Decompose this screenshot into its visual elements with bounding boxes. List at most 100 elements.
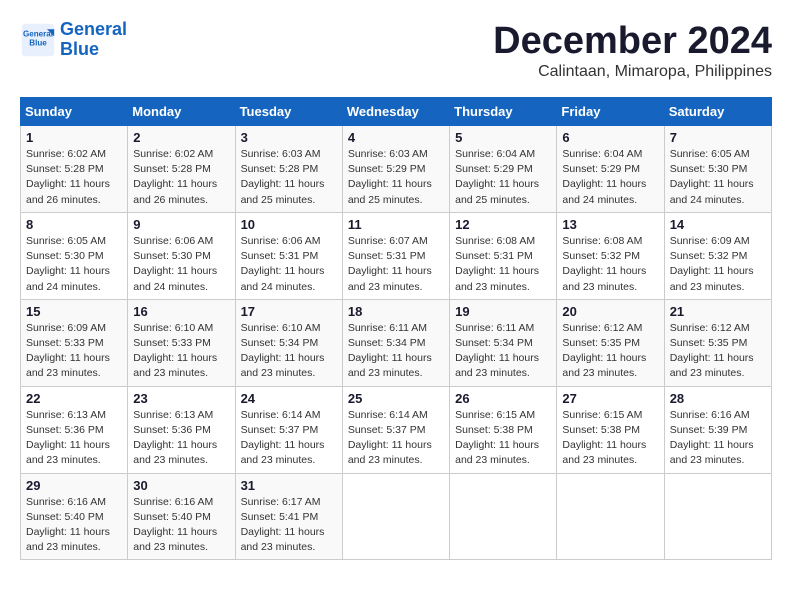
- day-info: Sunrise: 6:15 AMSunset: 5:38 PMDaylight:…: [562, 408, 658, 469]
- day-info: Sunrise: 6:08 AMSunset: 5:31 PMDaylight:…: [455, 234, 551, 295]
- day-info: Sunrise: 6:12 AMSunset: 5:35 PMDaylight:…: [562, 321, 658, 382]
- day-number: 17: [241, 304, 337, 319]
- day-number: 5: [455, 130, 551, 145]
- header-saturday: Saturday: [664, 98, 771, 126]
- day-number: 31: [241, 478, 337, 493]
- day-number: 23: [133, 391, 229, 406]
- header-thursday: Thursday: [450, 98, 557, 126]
- svg-text:Blue: Blue: [29, 38, 47, 47]
- day-number: 14: [670, 217, 766, 232]
- day-number: 9: [133, 217, 229, 232]
- calendar-cell: 1 Sunrise: 6:02 AMSunset: 5:28 PMDaylight…: [21, 126, 128, 213]
- location-title: Calintaan, Mimaropa, Philippines: [493, 63, 772, 81]
- day-info: Sunrise: 6:03 AMSunset: 5:29 PMDaylight:…: [348, 147, 444, 208]
- day-number: 25: [348, 391, 444, 406]
- calendar-cell: 13Sunrise: 6:08 AMSunset: 5:32 PMDayligh…: [557, 212, 664, 299]
- calendar-cell: 9Sunrise: 6:06 AMSunset: 5:30 PMDaylight…: [128, 212, 235, 299]
- logo-text: GeneralBlue: [60, 20, 127, 60]
- header-friday: Friday: [557, 98, 664, 126]
- week-row-5: 29 Sunrise: 6:16 AMSunset: 5:40 PMDayligh…: [21, 473, 772, 560]
- day-info: Sunrise: 6:13 AMSunset: 5:36 PMDaylight:…: [26, 408, 122, 469]
- day-number: 24: [241, 391, 337, 406]
- day-number: 15: [26, 304, 122, 319]
- day-number: 30: [133, 478, 229, 493]
- day-number: 3: [241, 130, 337, 145]
- header-tuesday: Tuesday: [235, 98, 342, 126]
- logo: General Blue GeneralBlue: [20, 20, 127, 60]
- day-number: 22: [26, 391, 122, 406]
- calendar-table: SundayMondayTuesdayWednesdayThursdayFrid…: [20, 97, 772, 560]
- calendar-cell: 6 Sunrise: 6:04 AMSunset: 5:29 PMDaylight…: [557, 126, 664, 213]
- calendar-cell: 10 Sunrise: 6:06 AMSunset: 5:31 PMDayligh…: [235, 212, 342, 299]
- calendar-cell: 29Sunrise: 6:16 AMSunset: 5:40 PMDayligh…: [21, 473, 128, 560]
- day-number: 10: [241, 217, 337, 232]
- calendar-cell: 5 Sunrise: 6:04 AMSunset: 5:29 PMDaylight…: [450, 126, 557, 213]
- day-info: Sunrise: 6:14 AMSunset: 5:37 PMDaylight:…: [348, 408, 444, 469]
- calendar-cell: [342, 473, 449, 560]
- page-header: General Blue GeneralBlue December 2024 C…: [20, 20, 772, 81]
- day-info: Sunrise: 6:13 AMSunset: 5:36 PMDaylight:…: [133, 408, 229, 469]
- calendar-cell: 11Sunrise: 6:07 AMSunset: 5:31 PMDayligh…: [342, 212, 449, 299]
- calendar-cell: 7 Sunrise: 6:05 AMSunset: 5:30 PMDaylight…: [664, 126, 771, 213]
- day-info: Sunrise: 6:14 AMSunset: 5:37 PMDaylight:…: [241, 408, 337, 469]
- month-title: December 2024: [493, 20, 772, 63]
- calendar-cell: 27Sunrise: 6:15 AMSunset: 5:38 PMDayligh…: [557, 386, 664, 473]
- day-info: Sunrise: 6:17 AMSunset: 5:41 PMDaylight:…: [241, 495, 337, 556]
- day-number: 21: [670, 304, 766, 319]
- calendar-cell: 26 Sunrise: 6:15 AMSunset: 5:38 PMDayligh…: [450, 386, 557, 473]
- day-number: 16: [133, 304, 229, 319]
- day-info: Sunrise: 6:09 AMSunset: 5:33 PMDaylight:…: [26, 321, 122, 382]
- day-number: 29: [26, 478, 122, 493]
- day-info: Sunrise: 6:11 AMSunset: 5:34 PMDaylight:…: [455, 321, 551, 382]
- calendar-cell: 18Sunrise: 6:11 AMSunset: 5:34 PMDayligh…: [342, 299, 449, 386]
- day-info: Sunrise: 6:07 AMSunset: 5:31 PMDaylight:…: [348, 234, 444, 295]
- day-info: Sunrise: 6:02 AMSunset: 5:28 PMDaylight:…: [26, 147, 122, 208]
- day-info: Sunrise: 6:04 AMSunset: 5:29 PMDaylight:…: [562, 147, 658, 208]
- day-info: Sunrise: 6:06 AMSunset: 5:31 PMDaylight:…: [241, 234, 337, 295]
- logo-icon: General Blue: [20, 22, 56, 58]
- title-area: December 2024 Calintaan, Mimaropa, Phili…: [493, 20, 772, 81]
- header-row: SundayMondayTuesdayWednesdayThursdayFrid…: [21, 98, 772, 126]
- svg-text:General: General: [23, 29, 53, 38]
- week-row-2: 8 Sunrise: 6:05 AMSunset: 5:30 PMDaylight…: [21, 212, 772, 299]
- calendar-cell: [450, 473, 557, 560]
- calendar-cell: 8 Sunrise: 6:05 AMSunset: 5:30 PMDaylight…: [21, 212, 128, 299]
- calendar-cell: 22 Sunrise: 6:13 AMSunset: 5:36 PMDayligh…: [21, 386, 128, 473]
- header-monday: Monday: [128, 98, 235, 126]
- day-info: Sunrise: 6:04 AMSunset: 5:29 PMDaylight:…: [455, 147, 551, 208]
- calendar-cell: 15 Sunrise: 6:09 AMSunset: 5:33 PMDayligh…: [21, 299, 128, 386]
- day-number: 12: [455, 217, 551, 232]
- day-number: 8: [26, 217, 122, 232]
- day-info: Sunrise: 6:05 AMSunset: 5:30 PMDaylight:…: [26, 234, 122, 295]
- day-number: 7: [670, 130, 766, 145]
- day-info: Sunrise: 6:05 AMSunset: 5:30 PMDaylight:…: [670, 147, 766, 208]
- day-number: 6: [562, 130, 658, 145]
- calendar-cell: 21 Sunrise: 6:12 AMSunset: 5:35 PMDayligh…: [664, 299, 771, 386]
- day-info: Sunrise: 6:12 AMSunset: 5:35 PMDaylight:…: [670, 321, 766, 382]
- day-number: 1: [26, 130, 122, 145]
- week-row-4: 22 Sunrise: 6:13 AMSunset: 5:36 PMDayligh…: [21, 386, 772, 473]
- day-info: Sunrise: 6:16 AMSunset: 5:40 PMDaylight:…: [133, 495, 229, 556]
- calendar-cell: 19 Sunrise: 6:11 AMSunset: 5:34 PMDayligh…: [450, 299, 557, 386]
- week-row-1: 1 Sunrise: 6:02 AMSunset: 5:28 PMDaylight…: [21, 126, 772, 213]
- day-number: 18: [348, 304, 444, 319]
- calendar-cell: 24 Sunrise: 6:14 AMSunset: 5:37 PMDayligh…: [235, 386, 342, 473]
- day-number: 28: [670, 391, 766, 406]
- header-sunday: Sunday: [21, 98, 128, 126]
- day-info: Sunrise: 6:10 AMSunset: 5:34 PMDaylight:…: [241, 321, 337, 382]
- calendar-cell: 16Sunrise: 6:10 AMSunset: 5:33 PMDayligh…: [128, 299, 235, 386]
- calendar-cell: 4 Sunrise: 6:03 AMSunset: 5:29 PMDaylight…: [342, 126, 449, 213]
- day-info: Sunrise: 6:16 AMSunset: 5:39 PMDaylight:…: [670, 408, 766, 469]
- calendar-cell: 3Sunrise: 6:03 AMSunset: 5:28 PMDaylight…: [235, 126, 342, 213]
- header-wednesday: Wednesday: [342, 98, 449, 126]
- calendar-cell: [664, 473, 771, 560]
- day-info: Sunrise: 6:02 AMSunset: 5:28 PMDaylight:…: [133, 147, 229, 208]
- day-number: 4: [348, 130, 444, 145]
- day-number: 19: [455, 304, 551, 319]
- calendar-cell: 30 Sunrise: 6:16 AMSunset: 5:40 PMDayligh…: [128, 473, 235, 560]
- calendar-cell: 25 Sunrise: 6:14 AMSunset: 5:37 PMDayligh…: [342, 386, 449, 473]
- day-info: Sunrise: 6:15 AMSunset: 5:38 PMDaylight:…: [455, 408, 551, 469]
- day-number: 13: [562, 217, 658, 232]
- day-number: 26: [455, 391, 551, 406]
- calendar-cell: 14Sunrise: 6:09 AMSunset: 5:32 PMDayligh…: [664, 212, 771, 299]
